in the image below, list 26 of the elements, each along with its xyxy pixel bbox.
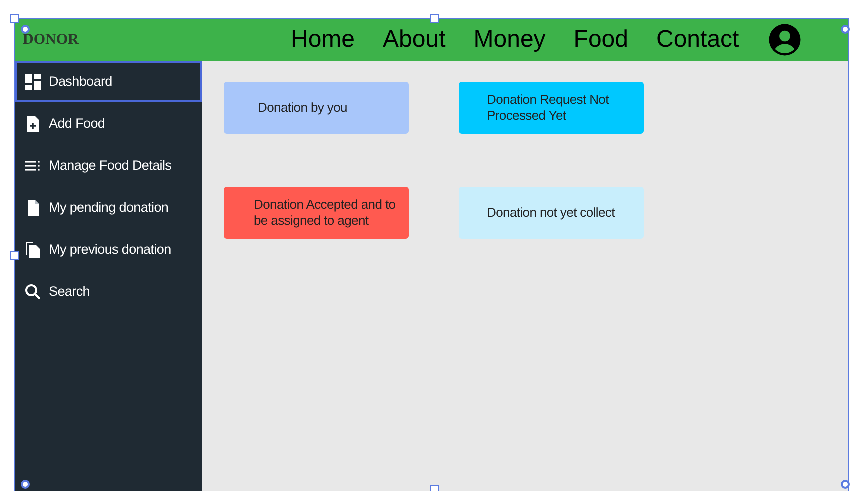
status-card[interactable]: Donation Request Not Processed Yet [459, 82, 644, 134]
nav-link[interactable]: About [383, 26, 446, 54]
nav-link[interactable]: Home [291, 26, 356, 54]
sidebar-item[interactable]: Search [15, 271, 202, 312]
nav-link[interactable]: Money [474, 26, 546, 54]
sidebar-item[interactable]: Add Food [15, 103, 202, 144]
status-card[interactable]: Donation Accepted and to be assigned to agent [224, 187, 409, 239]
file-add-icon [25, 116, 41, 132]
sidebar-item[interactable]: My pending donation [15, 187, 202, 228]
sidebar-item[interactable]: My previous donation [15, 229, 202, 270]
nav-link[interactable]: Contact [656, 26, 740, 54]
selection-handle[interactable] [10, 251, 19, 260]
account-icon[interactable] [767, 22, 804, 58]
selection-handle[interactable] [841, 25, 850, 34]
search-icon [25, 284, 41, 300]
nav-link[interactable]: Food [574, 26, 628, 54]
document-icon [25, 200, 41, 216]
dashboard-icon [25, 74, 41, 90]
selection-handle[interactable] [841, 480, 850, 489]
status-card[interactable]: Donation not yet collect [459, 187, 644, 239]
logo-text: DONOR [23, 32, 80, 48]
documents-icon [25, 242, 41, 258]
status-card[interactable]: Donation by you [224, 82, 409, 134]
sidebar-item[interactable]: Manage Food Details [15, 145, 202, 186]
sidebar-item[interactable]: Dashboard [15, 61, 202, 102]
selection-handle[interactable] [430, 14, 439, 23]
